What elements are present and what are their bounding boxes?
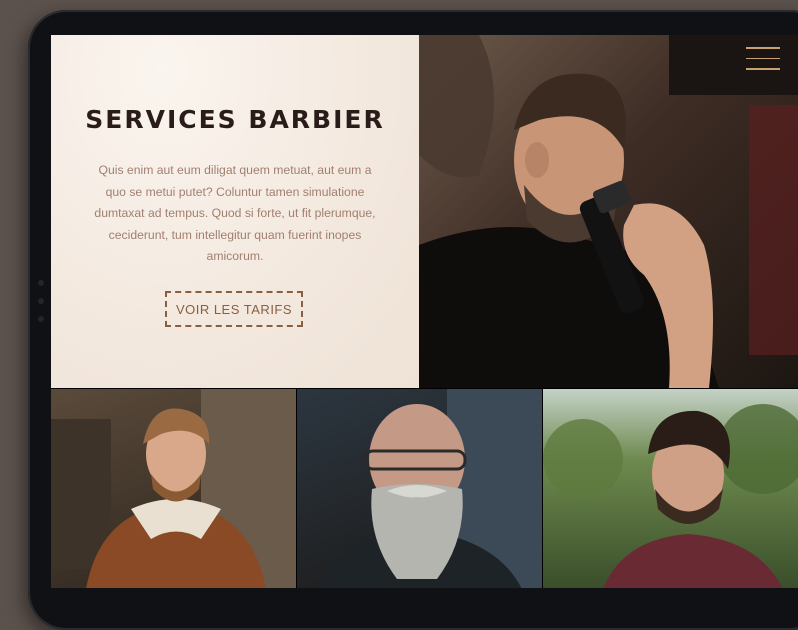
hero-photo-barber-trimming-beard: [419, 35, 798, 388]
gallery-photo-bald-man-grey-beard: [297, 389, 542, 588]
hamburger-menu-icon[interactable]: [746, 47, 780, 73]
gallery-photo-3-illustration: [543, 404, 798, 588]
view-prices-button[interactable]: VOIR LES TARIFS: [165, 291, 303, 327]
gallery-photo-1-illustration: [51, 389, 296, 588]
page-title: SERVICES BARBIER: [85, 105, 385, 134]
hero-text-panel: SERVICES BARBIER Quis enim aut eum dilig…: [51, 35, 419, 388]
gallery-photo-2-illustration: [317, 389, 542, 588]
barber-photo-illustration: [419, 35, 798, 388]
gallery-photo-young-man-shearling-jacket: [51, 389, 296, 588]
website-screen: SERVICES BARBIER Quis enim aut eum dilig…: [51, 35, 798, 588]
hero-description: Quis enim aut eum diligat quem metuat, a…: [94, 163, 376, 263]
tablet-side-sensors: [36, 280, 46, 334]
gallery-photo-man-outdoor-burgundy-shirt: [543, 389, 798, 588]
